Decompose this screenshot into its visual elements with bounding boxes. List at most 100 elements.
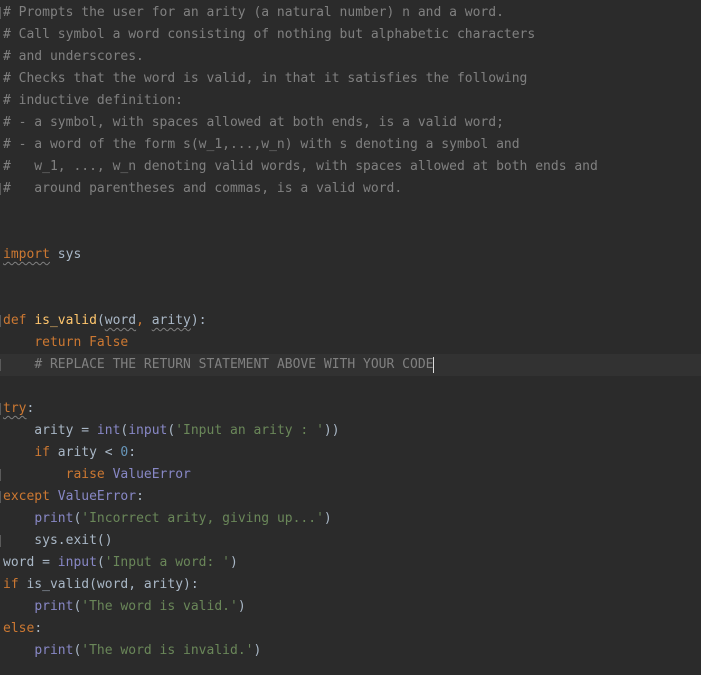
code-line[interactable]: print('Incorrect arity, giving up...') — [0, 508, 701, 530]
code-text: # and underscores. — [3, 46, 144, 68]
code-token-plain: arity = — [3, 423, 97, 438]
code-token-plain: word = — [3, 555, 58, 570]
code-line[interactable]: # - a word of the form s(w_1,...,w_n) wi… — [0, 134, 701, 156]
code-line[interactable] — [0, 288, 701, 310]
code-line[interactable]: else: — [0, 618, 701, 640]
code-text: return False — [3, 332, 128, 354]
code-token-param: arity — [151, 313, 191, 328]
code-text: if is_valid(word, arity): — [3, 574, 199, 596]
code-text: print('The word is valid.') — [3, 596, 246, 618]
code-line[interactable]: # Prompts the user for an arity (a natur… — [0, 2, 701, 24]
code-token-keyword: raise — [65, 467, 113, 482]
code-token-comment: # Prompts the user for an arity (a natur… — [3, 5, 504, 20]
text-caret — [433, 356, 435, 373]
code-text: # w_1, ..., w_n denoting valid words, wi… — [3, 156, 598, 178]
code-line[interactable]: # REPLACE THE RETURN STATEMENT ABOVE WIT… — [0, 354, 701, 376]
code-line[interactable]: if arity < 0: — [0, 442, 701, 464]
code-token-keyword: def — [3, 313, 35, 328]
code-line[interactable]: sys.exit() — [0, 530, 701, 552]
code-line[interactable]: # around parentheses and commas, is a va… — [0, 178, 701, 200]
code-text: # Call symbol a word consisting of nothi… — [3, 24, 535, 46]
code-line[interactable]: # inductive definition: — [0, 90, 701, 112]
code-token-builtin: ValueError — [112, 467, 191, 482]
code-token-builtin: print — [34, 599, 74, 614]
code-token-plain: )) — [323, 423, 340, 438]
code-token-string: 'Incorrect arity, giving up...' — [81, 511, 324, 526]
code-line[interactable] — [0, 222, 701, 244]
code-token-keyword: except — [3, 489, 58, 504]
code-token-comment: # w_1, ..., w_n denoting valid words, wi… — [3, 159, 598, 174]
code-token-plain: is_valid(word, arity): — [26, 577, 199, 592]
code-token-comment: # Checks that the word is valid, in that… — [3, 71, 528, 86]
code-token-builtin: print — [34, 511, 74, 526]
code-text: # around parentheses and commas, is a va… — [3, 178, 402, 200]
code-token-comment: # - a symbol, with spaces allowed at bot… — [3, 115, 504, 130]
code-token-plain: ) — [253, 643, 262, 658]
code-line[interactable]: # and underscores. — [0, 46, 701, 68]
code-line[interactable]: # Call symbol a word consisting of nothi… — [0, 24, 701, 46]
code-token-builtin: input — [57, 555, 97, 570]
code-line[interactable]: print('The word is invalid.') — [0, 640, 701, 662]
code-token-plain: arity < — [57, 445, 121, 460]
code-text: # Prompts the user for an arity (a natur… — [3, 2, 504, 24]
code-text: # - a symbol, with spaces allowed at bot… — [3, 112, 504, 134]
code-line[interactable]: # - a symbol, with spaces allowed at bot… — [0, 112, 701, 134]
code-line[interactable]: print('The word is valid.') — [0, 596, 701, 618]
code-token-func: is_valid — [34, 313, 97, 328]
code-text: try: — [3, 398, 34, 420]
code-line[interactable]: except ValueError: — [0, 486, 701, 508]
code-token-string: 'The word is valid.' — [81, 599, 238, 614]
code-line[interactable]: return False — [0, 332, 701, 354]
code-text: raise ValueError — [3, 464, 191, 486]
code-token-plain: ( — [96, 313, 105, 328]
code-token-comment: # inductive definition: — [3, 93, 184, 108]
code-text: import sys — [3, 244, 81, 266]
code-line[interactable] — [0, 200, 701, 222]
code-line[interactable]: word = input('Input a word: ') — [0, 552, 701, 574]
code-token-plain: ( — [96, 555, 105, 570]
code-text: # - a word of the form s(w_1,...,w_n) wi… — [3, 134, 520, 156]
code-line[interactable]: # Checks that the word is valid, in that… — [0, 68, 701, 90]
code-text: # Checks that the word is valid, in that… — [3, 68, 527, 90]
code-token-plain: ): — [190, 313, 207, 328]
code-token-keyword: return False — [34, 335, 129, 350]
code-token-plain: : — [136, 489, 144, 504]
code-line[interactable] — [0, 376, 701, 398]
code-token-plain: : — [26, 401, 35, 416]
code-token-builtin: ValueError — [57, 489, 137, 504]
code-token-builtin: int — [96, 423, 121, 438]
code-line[interactable]: arity = int(input('Input an arity : ')) — [0, 420, 701, 442]
code-token-keyword: if — [3, 577, 27, 592]
code-token-plain: : — [128, 445, 137, 460]
code-text: print('The word is invalid.') — [3, 640, 261, 662]
code-token-string: 'The word is invalid.' — [81, 643, 254, 658]
code-line[interactable]: import sys — [0, 244, 701, 266]
code-token-plain: ) — [237, 599, 246, 614]
code-token-plain: sys.exit() — [3, 533, 113, 548]
code-text: arity = int(input('Input an arity : ')) — [3, 420, 340, 442]
code-token-builtin: input — [128, 423, 168, 438]
code-text: print('Incorrect arity, giving up...') — [3, 508, 332, 530]
code-line[interactable]: def is_valid(word, arity): — [0, 310, 701, 332]
code-token-plain: ) — [323, 511, 332, 526]
code-text: if arity < 0: — [3, 442, 136, 464]
code-line[interactable]: raise ValueError — [0, 464, 701, 486]
code-token-plain: : — [34, 621, 43, 636]
code-token-string: 'Input a word: ' — [104, 555, 230, 570]
code-line[interactable]: try: — [0, 398, 701, 420]
code-line[interactable]: # w_1, ..., w_n denoting valid words, wi… — [0, 156, 701, 178]
code-text: else: — [3, 618, 42, 640]
code-editor[interactable]: # Prompts the user for an arity (a natur… — [0, 0, 701, 675]
code-token-plain: ) — [230, 555, 238, 570]
code-token-punct: , — [136, 313, 152, 328]
code-text: word = input('Input a word: ') — [3, 552, 238, 574]
code-line[interactable] — [0, 266, 701, 288]
code-line[interactable]: if is_valid(word, arity): — [0, 574, 701, 596]
code-token-comment: # around parentheses and commas, is a va… — [3, 181, 403, 196]
